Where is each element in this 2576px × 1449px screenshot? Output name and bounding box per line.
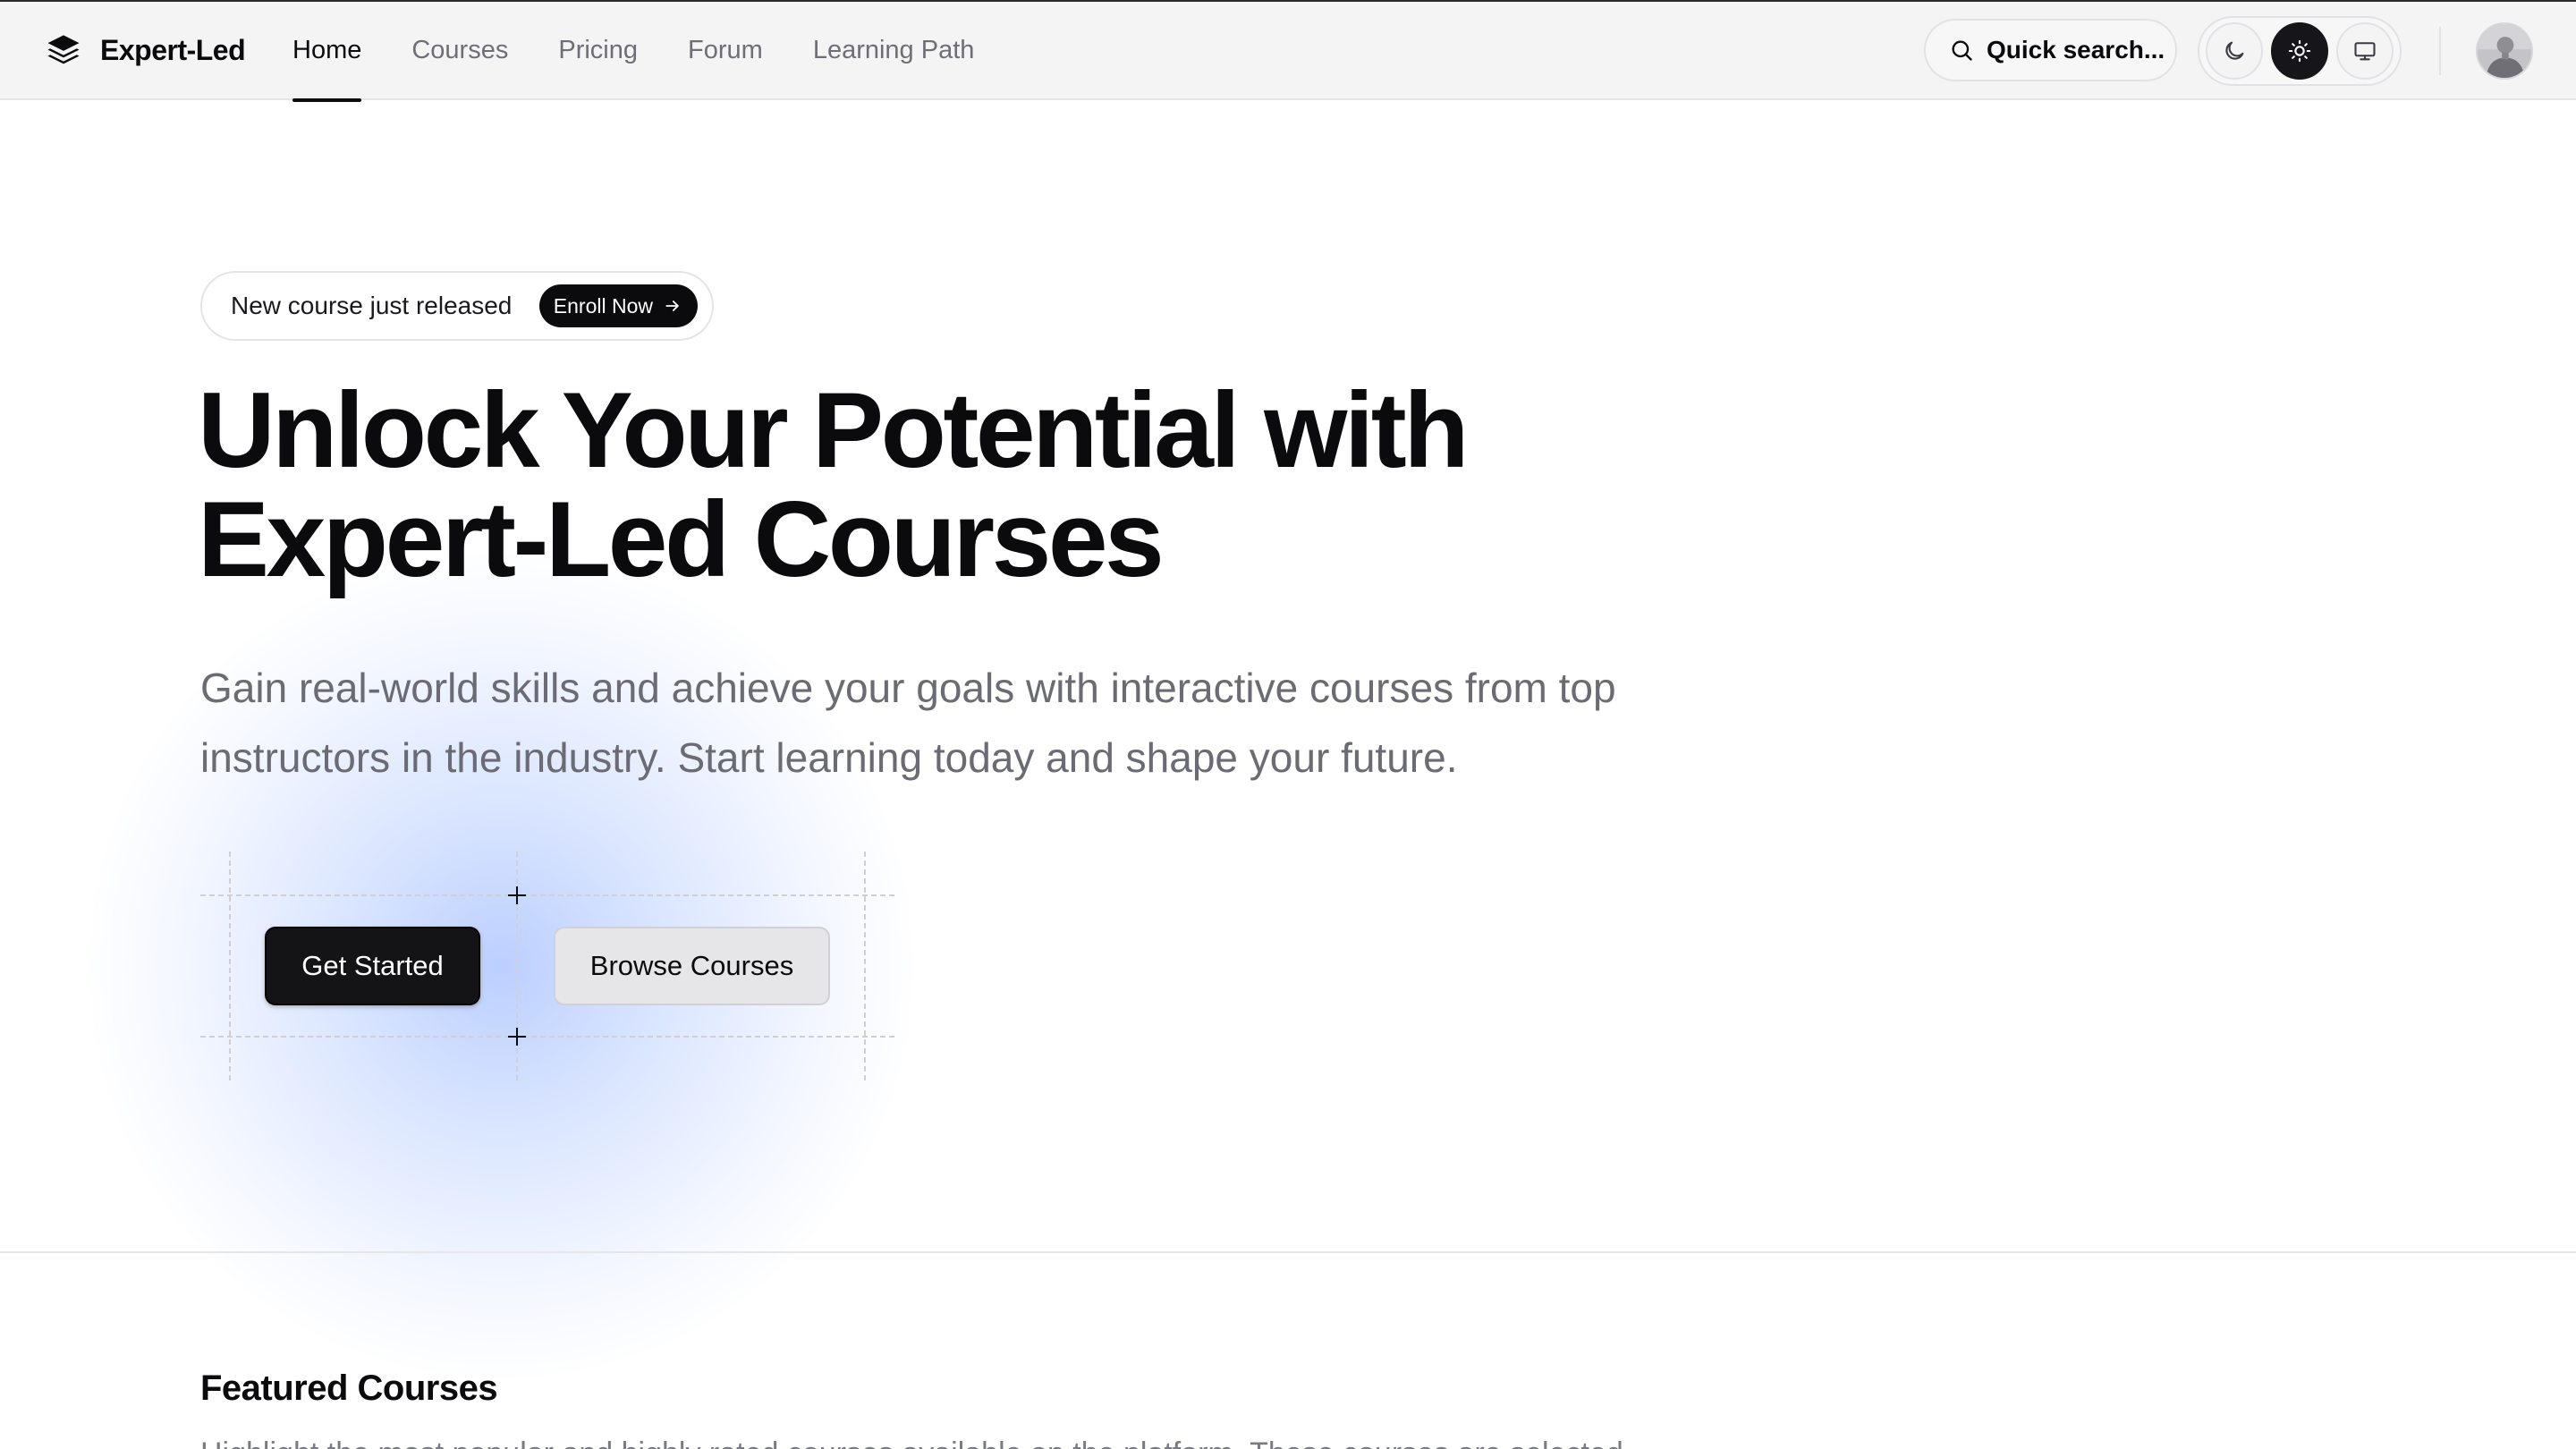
hero-title-line-1: Unlock Your Potential with	[198, 370, 1470, 490]
nav-item-learning-path[interactable]: Learning Path	[813, 2, 975, 100]
plus-marker-icon	[508, 1028, 526, 1046]
section-divider	[0, 1251, 2576, 1253]
sun-icon	[2288, 39, 2311, 63]
quick-search-label: Quick search...	[1987, 36, 2165, 64]
nav-item-home[interactable]: Home	[292, 2, 362, 102]
main-nav: Home Courses Pricing Forum Learning Path	[292, 2, 1024, 102]
theme-switcher	[2198, 16, 2402, 86]
layers-icon	[47, 35, 80, 64]
nav-item-courses[interactable]: Courses	[411, 2, 508, 100]
theme-dark-button[interactable]	[2206, 22, 2263, 80]
top-navigation-bar: Expert-Led Home Courses Pricing Forum Le…	[0, 0, 2576, 102]
featured-courses-title: Featured Courses	[200, 1368, 498, 1408]
user-avatar-image	[2478, 24, 2531, 78]
search-icon	[1952, 40, 1972, 61]
guide-line-top	[200, 894, 894, 896]
moon-icon	[2225, 41, 2244, 60]
quick-search-button[interactable]: Quick search...	[1924, 19, 2177, 81]
announcement-text: New course just released	[231, 292, 513, 319]
arrow-right-icon	[665, 301, 679, 311]
user-avatar[interactable]	[2476, 22, 2533, 80]
nav-item-forum[interactable]: Forum	[688, 2, 763, 100]
browse-courses-button[interactable]: Browse Courses	[554, 927, 830, 1005]
hero-subtitle-line-2: instructors in the industry. Start learn…	[200, 734, 1458, 781]
hero-subtitle: Gain real-world skills and achieve your …	[200, 653, 1900, 792]
monitor-icon	[2354, 42, 2376, 61]
guide-line-right	[864, 852, 866, 1080]
hero-title-line-2: Expert-Led Courses	[198, 479, 1165, 599]
featured-courses-description-text: Highlight the most popular and highly ra…	[200, 1434, 1721, 1449]
theme-system-button[interactable]	[2336, 22, 2394, 80]
announcement-pill: New course just released Enroll Now	[200, 271, 714, 341]
theme-light-button[interactable]	[2271, 22, 2328, 80]
nav-item-pricing[interactable]: Pricing	[558, 2, 638, 100]
hero-title: Unlock Your Potential with Expert-Led Co…	[198, 376, 1808, 594]
guide-line-left	[229, 852, 231, 1080]
plus-marker-icon	[508, 886, 526, 904]
header-divider	[2439, 27, 2441, 75]
brand-name: Expert-Led	[100, 34, 246, 66]
brand-logo[interactable]: Expert-Led	[45, 27, 246, 73]
get-started-button[interactable]: Get Started	[265, 927, 480, 1005]
enroll-now-label: Enroll Now	[553, 293, 653, 318]
guide-line-bottom	[200, 1036, 894, 1038]
enroll-now-button[interactable]: Enroll Now	[538, 284, 698, 327]
featured-courses-description: Highlight the most popular and highly ra…	[200, 1434, 1721, 1449]
hero-subtitle-line-1: Gain real-world skills and achieve your …	[200, 665, 1616, 711]
